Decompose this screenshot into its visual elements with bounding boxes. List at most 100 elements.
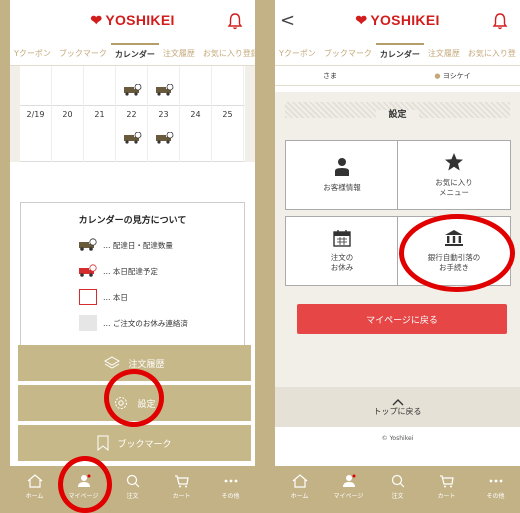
nav-mypage[interactable]: マイページ (59, 466, 108, 513)
nav-home[interactable]: ホーム (10, 466, 59, 513)
tab-bookmark[interactable]: ブックマーク (55, 42, 111, 65)
delivery-truck-icon (156, 84, 174, 96)
order-rest-tile[interactable]: 注文の お休み (285, 216, 399, 286)
date-label: 20 (62, 110, 73, 119)
yoshikei-logo[interactable]: ❤ YOSHIKEI (275, 12, 520, 29)
calendar-cell[interactable]: 24 (180, 106, 212, 162)
calendar-cell[interactable] (20, 66, 52, 106)
calendar-cell[interactable] (212, 66, 244, 106)
calendar-cell[interactable]: 21 (84, 106, 116, 162)
truck-red-icon (79, 264, 97, 277)
tile-label: お気に入り メニュー (435, 177, 473, 198)
calendar-cell[interactable] (84, 66, 116, 106)
location-pin-icon: ● (434, 71, 441, 80)
tab-coupon[interactable]: Yクーポン (275, 42, 320, 65)
bookmark-button[interactable]: ブックマーク (18, 425, 251, 461)
gear-icon (115, 397, 128, 409)
nav-label: マイページ (68, 493, 99, 500)
bank-icon (445, 229, 463, 246)
logo-text: YOSHIKEI (370, 12, 440, 28)
back-to-mypage-button[interactable]: マイページに戻る (297, 304, 507, 334)
order-history-button[interactable]: 注文履歴 (18, 345, 251, 381)
date-label: 21 (94, 110, 105, 119)
tab-bookmark[interactable]: ブックマーク (320, 42, 376, 65)
user-name: さま (323, 71, 337, 80)
nav-mypage[interactable]: マイページ (324, 466, 373, 513)
heart-logo-icon: ❤ (90, 12, 103, 28)
nav-order[interactable]: 注文 (373, 466, 422, 513)
nav-label: その他 (486, 493, 505, 500)
calendar-legend: カレンダーの見方について … 配達日・配達数量 … 本日配達予定 … 本日 … … (20, 202, 245, 352)
calendar-cell[interactable]: 23 (148, 106, 180, 162)
bank-auto-debit-tile[interactable]: 銀行自動引落の お手続き (397, 216, 511, 286)
scroll-to-top[interactable]: トップに戻る (275, 387, 520, 427)
home-icon (292, 474, 307, 488)
tab-favorites[interactable]: お気に入り登 (464, 42, 520, 65)
calendar-icon (333, 229, 351, 247)
home-icon (27, 474, 42, 488)
legend-item: … 本日配達予定 (79, 262, 244, 280)
nav-cart[interactable]: カート (157, 466, 206, 513)
settings-section: 設定 お客様情報 お気に入り メニュー 注文の お休み 銀行自動引落の お手続き マイ… (275, 92, 520, 398)
user-icon (342, 474, 355, 487)
tab-calendar[interactable]: カレンダー (375, 42, 424, 65)
bell-icon[interactable] (492, 12, 508, 30)
cart-icon (439, 475, 454, 488)
calendar-cell[interactable]: 22 (116, 106, 148, 162)
layers-icon (104, 356, 121, 369)
nav-other[interactable]: その他 (471, 466, 520, 513)
nav-label: カート (172, 493, 191, 500)
legend-item: … 配達日・配達数量 (79, 236, 244, 254)
legend-text: … 本日 (103, 292, 128, 302)
nav-label: ホーム (25, 493, 44, 500)
calendar-cell[interactable]: 20 (52, 106, 84, 162)
search-icon (391, 474, 404, 488)
today-square-icon (79, 289, 97, 305)
settings-button[interactable]: 設定 (18, 385, 251, 421)
store-name: ヨシケイ (442, 71, 471, 80)
bottom-nav: ホーム マイページ 注文 カート その他 (275, 466, 520, 513)
user-icon (335, 157, 349, 176)
date-label: 2/19 (26, 110, 45, 119)
order-history-label: 注文履歴 (128, 359, 165, 370)
settings-label: 設定 (137, 399, 156, 410)
calendar-cell[interactable] (52, 66, 84, 106)
logo-text: YOSHIKEI (105, 12, 175, 28)
yoshikei-logo[interactable]: ❤ YOSHIKEI (10, 12, 255, 29)
tab-order-history[interactable]: 注文履歴 (424, 42, 464, 65)
bottom-nav: ホーム マイページ 注文 カート その他 (10, 466, 255, 513)
nav-home[interactable]: ホーム (275, 466, 324, 513)
search-icon (126, 474, 139, 488)
nav-other[interactable]: その他 (206, 466, 255, 513)
right-screen: < ❤ YOSHIKEI Yクーポン ブックマーク カレンダー 注文履歴 お気に入… (275, 0, 520, 513)
tab-coupon[interactable]: Yクーポン (10, 42, 55, 65)
calendar-row: 2/19 20 21 22 23 24 25 (20, 106, 245, 162)
tab-bar: Yクーポン ブックマーク カレンダー 注文履歴 お気に入り登録 (10, 42, 255, 66)
calendar-cell[interactable] (148, 66, 180, 106)
tab-favorites[interactable]: お気に入り登録 (199, 42, 255, 65)
customer-info-tile[interactable]: お客様情報 (285, 140, 399, 210)
nav-label: 注文 (391, 493, 404, 500)
tab-order-history[interactable]: 注文履歴 (159, 42, 199, 65)
cart-icon (174, 475, 189, 488)
calendar-cell[interactable]: 25 (212, 106, 244, 162)
date-label: 22 (126, 110, 137, 119)
calendar-cell[interactable] (180, 66, 212, 106)
nav-label: その他 (221, 493, 240, 500)
calendar-cell[interactable] (116, 66, 148, 106)
header: ❤ YOSHIKEI (10, 0, 255, 42)
nav-label: マイページ (333, 493, 364, 500)
calendar-cell[interactable]: 2/19 (20, 106, 52, 162)
settings-title-bar: 設定 (285, 102, 510, 120)
nav-cart[interactable]: カート (422, 466, 471, 513)
bell-icon[interactable] (227, 12, 243, 30)
delivery-truck-icon (124, 132, 142, 144)
tab-calendar[interactable]: カレンダー (110, 42, 159, 65)
nav-order[interactable]: 注文 (108, 466, 157, 513)
favorites-tile[interactable]: お気に入り メニュー (397, 140, 511, 210)
tile-label: 銀行自動引落の お手続き (427, 252, 481, 273)
delivery-truck-icon (124, 84, 142, 96)
date-label: 24 (190, 110, 201, 119)
more-dots-icon (224, 479, 237, 483)
legend-text: … 本日配達予定 (103, 266, 158, 276)
